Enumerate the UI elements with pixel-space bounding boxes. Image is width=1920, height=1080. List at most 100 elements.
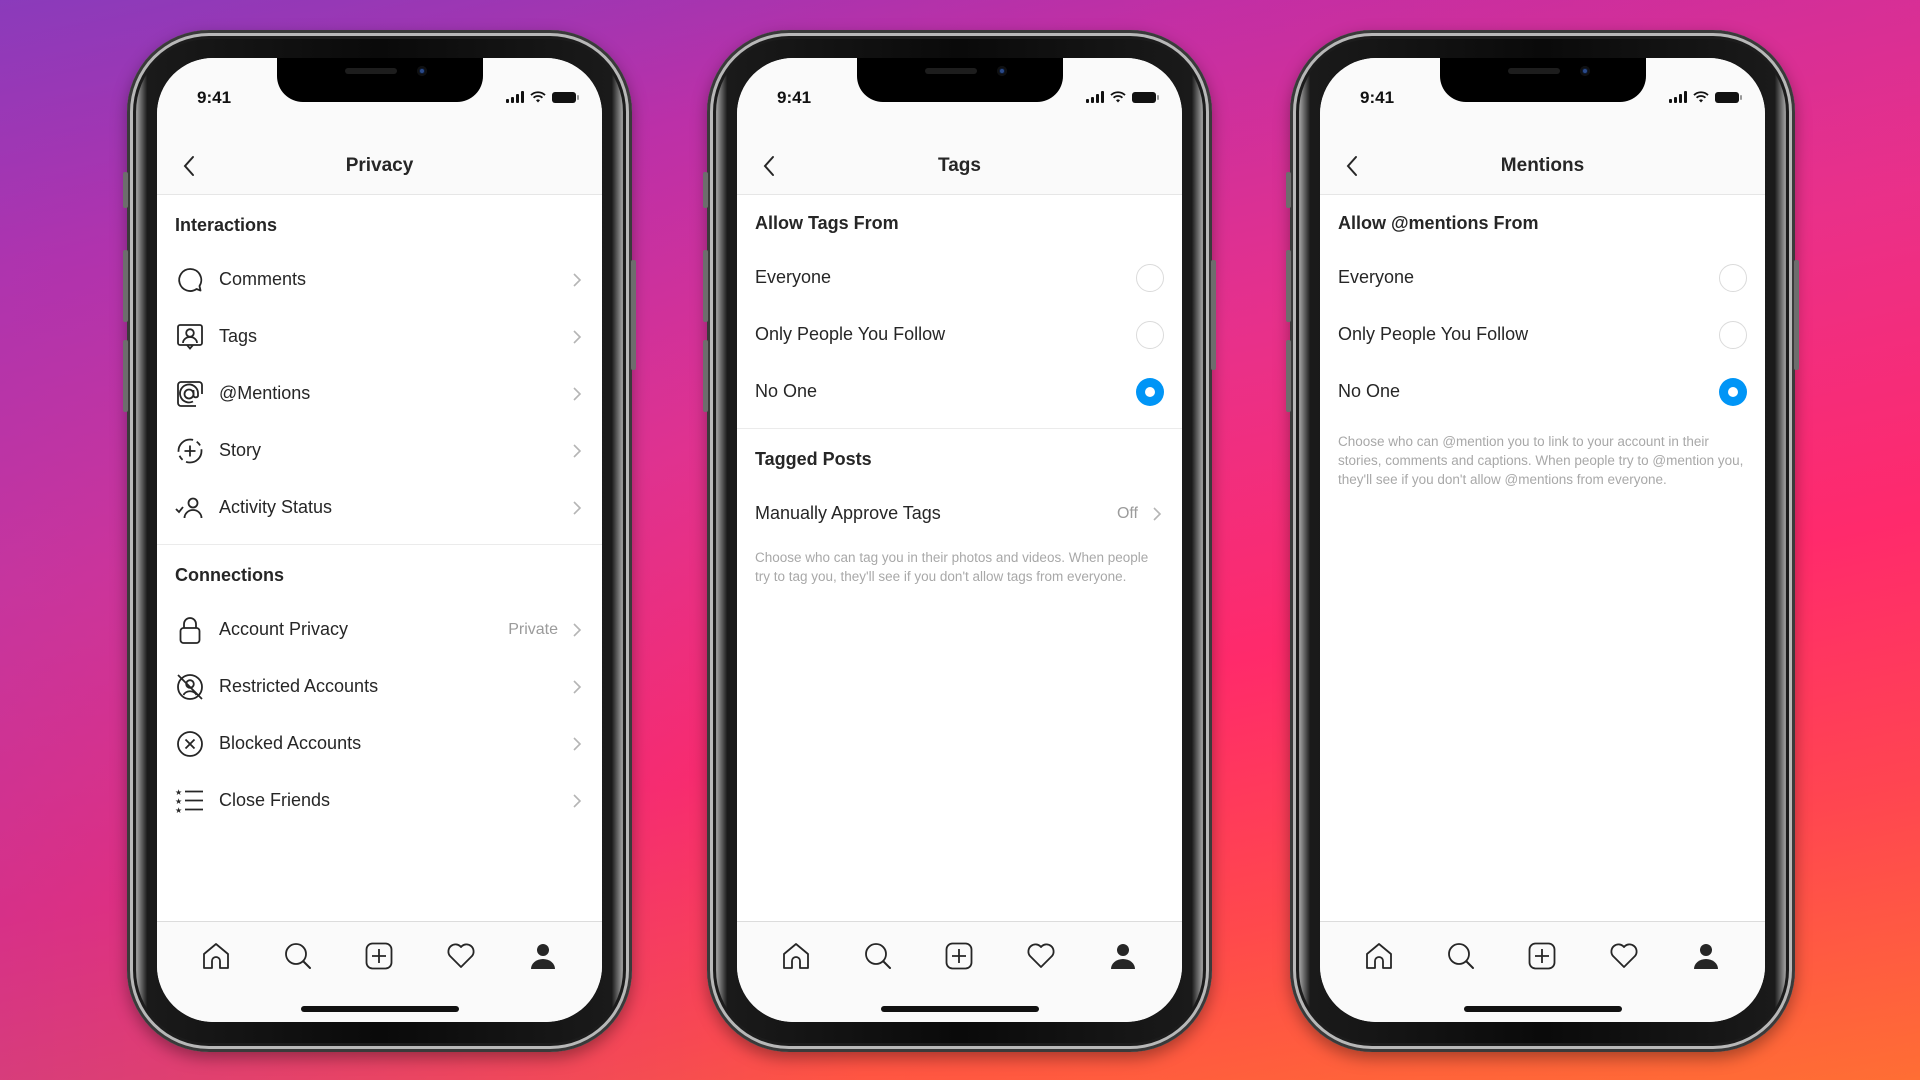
menu-item-activity-status[interactable]: Activity Status <box>157 479 602 536</box>
tab-search[interactable] <box>856 936 900 976</box>
new-post-icon <box>1529 942 1556 970</box>
profile-icon <box>1111 944 1136 969</box>
tab-bar <box>157 921 602 1022</box>
battery-icon <box>552 91 579 103</box>
tab-new-post[interactable] <box>1520 936 1564 976</box>
menu-item-label: Close Friends <box>219 790 331 810</box>
menu-item-tags[interactable]: Tags <box>157 308 602 365</box>
chevron-right-icon <box>572 792 584 810</box>
tab-profile[interactable] <box>1684 936 1728 976</box>
nav-bar: Mentions <box>1320 146 1765 186</box>
status-icons <box>1086 91 1159 103</box>
home-indicator <box>880 1006 1039 1012</box>
radio-option-no-one[interactable]: No One <box>1320 363 1765 420</box>
phone-screen: 9:41 Privacy Interactions Comments Tags … <box>157 58 602 1022</box>
tab-profile[interactable] <box>521 936 565 976</box>
radio-button-selected[interactable] <box>1136 377 1164 406</box>
radio-option-people-you-follow[interactable]: Only People You Follow <box>737 306 1182 363</box>
tab-profile[interactable] <box>1101 936 1145 976</box>
activity-status-icon <box>175 493 205 523</box>
search-icon <box>864 943 891 969</box>
radio-option-everyone[interactable]: Everyone <box>737 249 1182 306</box>
section-title-allow-tags: Allow Tags From <box>755 212 899 233</box>
svg-text:★: ★ <box>175 806 182 815</box>
chevron-right-icon <box>572 621 584 639</box>
chevron-right-icon <box>572 271 584 289</box>
wifi-icon <box>530 91 546 103</box>
menu-item-label: Account Privacy <box>219 619 349 639</box>
section-title-connections: Connections <box>175 564 285 585</box>
back-button[interactable] <box>755 152 783 180</box>
status-time: 9:41 <box>777 88 812 107</box>
tab-search[interactable] <box>1439 936 1483 976</box>
menu-item-label: Activity Status <box>219 497 333 517</box>
close-friends-list-icon: ★ ★ ★ <box>175 786 205 816</box>
manually-approve-value: Off <box>1116 504 1138 522</box>
chevron-right-icon <box>572 328 584 346</box>
menu-item-story[interactable]: Story <box>157 422 602 479</box>
tab-search[interactable] <box>276 936 320 976</box>
heart-icon <box>1027 943 1055 968</box>
radio-button[interactable] <box>1136 320 1164 349</box>
profile-icon <box>531 944 556 969</box>
wifi-icon <box>1693 91 1709 103</box>
back-button[interactable] <box>1338 152 1366 180</box>
home-icon <box>202 943 229 969</box>
nav-bar: Tags <box>737 146 1182 186</box>
power-button <box>631 260 636 370</box>
chevron-right-icon <box>572 735 584 753</box>
volume-up-button <box>703 250 708 322</box>
menu-item-restricted-accounts[interactable]: Restricted Accounts <box>157 658 602 715</box>
battery-icon <box>1715 91 1742 103</box>
page-title: Privacy <box>345 155 414 176</box>
status-time: 9:41 <box>197 88 232 107</box>
privacy-content: Interactions Comments Tags @Mentions Sto… <box>157 195 602 921</box>
phone-tags: 9:41 Tags Allow Tags From Everyone Only … <box>703 30 1216 1052</box>
search-icon <box>284 943 311 969</box>
tab-activity[interactable] <box>1019 936 1063 976</box>
chevron-right-icon <box>572 442 584 460</box>
menu-item-comments[interactable]: Comments <box>157 251 602 308</box>
menu-item-label: Blocked Accounts <box>219 733 362 753</box>
tab-new-post[interactable] <box>357 936 401 976</box>
mentions-content: Allow @mentions From Everyone Only Peopl… <box>1320 195 1765 921</box>
tab-activity[interactable] <box>1602 936 1646 976</box>
new-post-icon <box>946 942 973 970</box>
status-time: 9:41 <box>1360 88 1395 107</box>
menu-item-mentions[interactable]: @Mentions <box>157 365 602 422</box>
radio-button-selected[interactable] <box>1719 377 1747 406</box>
tab-home[interactable] <box>774 936 818 976</box>
menu-item-blocked-accounts[interactable]: Blocked Accounts <box>157 715 602 772</box>
tab-home[interactable] <box>194 936 238 976</box>
notch <box>276 58 483 102</box>
power-button <box>1211 260 1216 370</box>
heart-icon <box>1610 943 1638 968</box>
volume-up-button <box>123 250 128 322</box>
tab-bar <box>737 921 1182 1022</box>
lock-icon <box>175 615 205 645</box>
account-privacy-value: Private <box>508 620 558 638</box>
radio-option-no-one[interactable]: No One <box>737 363 1182 420</box>
radio-label: Only People You Follow <box>755 324 946 344</box>
tab-new-post[interactable] <box>937 936 981 976</box>
phone-mentions: 9:41 Mentions Allow @mentions From Every… <box>1286 30 1799 1052</box>
tab-activity[interactable] <box>439 936 483 976</box>
radio-button[interactable] <box>1136 263 1164 292</box>
menu-item-account-privacy[interactable]: Account Privacy Private <box>157 601 602 658</box>
radio-option-people-you-follow[interactable]: Only People You Follow <box>1320 306 1765 363</box>
signal-icon <box>1669 91 1687 103</box>
section-title-tagged-posts: Tagged Posts <box>755 448 872 469</box>
tab-bar <box>1320 921 1765 1022</box>
radio-option-everyone[interactable]: Everyone <box>1320 249 1765 306</box>
radio-label: No One <box>755 381 818 401</box>
tab-home[interactable] <box>1357 936 1401 976</box>
radio-button[interactable] <box>1719 320 1747 349</box>
radio-button[interactable] <box>1719 263 1747 292</box>
comment-bubble-icon <box>175 265 205 295</box>
chevron-right-icon <box>572 678 584 696</box>
wifi-icon <box>1110 91 1126 103</box>
menu-item-close-friends[interactable]: ★ ★ ★ Close Friends <box>157 772 602 829</box>
back-button[interactable] <box>175 152 203 180</box>
menu-item-manually-approve-tags[interactable]: Manually Approve Tags Off <box>737 485 1182 542</box>
chevron-right-icon <box>1152 505 1164 523</box>
